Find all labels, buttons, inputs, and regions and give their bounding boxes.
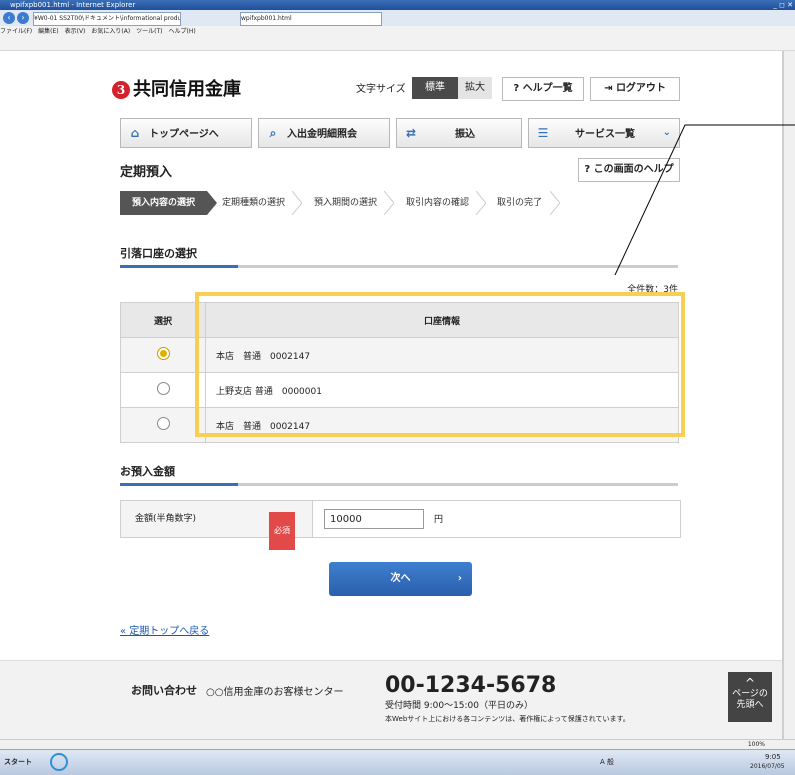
- nav-statement-label: 入出金明細照会: [287, 129, 357, 140]
- list-icon: ☰: [537, 126, 549, 140]
- step-chevron: [207, 191, 217, 215]
- col-select-header: 選択: [120, 302, 206, 338]
- account-radio[interactable]: [156, 347, 170, 360]
- browser-tab[interactable]: wpifxpb001.html: [240, 12, 382, 26]
- account-radio[interactable]: [156, 382, 170, 395]
- back-to-top-link[interactable]: « 定期トップへ戻る: [120, 622, 209, 637]
- page-title: 定期預入: [120, 165, 173, 180]
- logout-button[interactable]: ⇥ ログアウト: [590, 77, 680, 101]
- question-icon: ?: [584, 164, 594, 175]
- transfer-icon: ⇄: [405, 126, 417, 140]
- account-info: 本店 普通 0002147: [205, 337, 679, 373]
- ime-indicator[interactable]: A 般: [600, 757, 614, 767]
- step-chevron: [476, 191, 486, 215]
- taskbar: スタート A 般 9:05 2016/07/05: [0, 749, 795, 775]
- required-badge: 必須: [269, 512, 295, 550]
- bank-logo[interactable]: 3 共同信用金庫: [112, 75, 241, 101]
- nav-statement-button[interactable]: ⌕ 入出金明細照会: [258, 118, 390, 148]
- step-chevron: [292, 191, 302, 215]
- contact-center: ○○信用金庫のお客様センター: [206, 687, 344, 698]
- step-5: 取引の完了: [497, 198, 543, 208]
- nav-top-label: トップページへ: [149, 129, 219, 140]
- window-title: wpifxpb001.html - Internet Explorer: [10, 1, 136, 9]
- menu-bar[interactable]: ファイル(F) 編集(E) 表示(V) お気に入り(A) ツール(T) ヘルプ(…: [0, 26, 795, 38]
- ie-icon[interactable]: [50, 753, 68, 771]
- callout-line: [614, 124, 795, 276]
- step-chevron: [384, 191, 394, 215]
- zoom-level[interactable]: 100%: [748, 741, 765, 748]
- favorites-bar: [0, 38, 795, 51]
- nav-transfer-label: 振込: [455, 129, 475, 140]
- amount-label: 金額(半角数字) 必須: [121, 501, 313, 550]
- business-hours: 受付時間 9:00～15:00（平日のみ）: [385, 701, 534, 711]
- back-icon[interactable]: ‹: [3, 12, 15, 24]
- table-row[interactable]: 本店 普通 0002147: [120, 407, 679, 443]
- amount-section-title: お預入金額: [120, 465, 175, 478]
- double-chevron-left-icon: «: [120, 626, 130, 637]
- chevron-up-icon: ^: [744, 676, 756, 690]
- font-large-button[interactable]: 拡大: [458, 77, 492, 99]
- help-list-label: ヘルプ一覧: [522, 83, 573, 94]
- logout-icon: ⇥: [604, 83, 616, 94]
- amount-row: 金額(半角数字) 必須 10000 円: [120, 500, 681, 550]
- font-size-label: 文字サイズ: [356, 84, 406, 95]
- page-top-button[interactable]: ^ ページの先頭へ: [728, 672, 772, 722]
- address-input[interactable]: ¥W0-01 SS2T00\ドキュメント\informational produ…: [33, 12, 181, 26]
- bank-logo-icon: 3: [112, 81, 130, 99]
- phone-number: 00-1234-5678: [385, 673, 557, 698]
- amount-input[interactable]: 10000: [324, 509, 424, 529]
- forward-icon[interactable]: ›: [17, 12, 29, 24]
- col-info-header: 口座情報: [205, 302, 679, 338]
- section-underline: [120, 483, 678, 486]
- account-section-title: 引落口座の選択: [120, 247, 197, 260]
- yen-unit: 円: [434, 515, 444, 525]
- font-standard-button[interactable]: 標準: [412, 77, 458, 99]
- logout-label: ログアウト: [615, 83, 666, 94]
- start-button[interactable]: スタート: [4, 757, 32, 767]
- next-button[interactable]: 次へ ›: [329, 562, 472, 596]
- step-1: 預入内容の選択: [120, 191, 208, 215]
- search-icon: ⌕: [269, 126, 277, 140]
- window-controls[interactable]: _ ◻ ✕: [773, 0, 793, 10]
- step-4: 取引内容の確認: [406, 198, 470, 208]
- chevron-right-icon: ›: [457, 573, 462, 584]
- copyright-notice: 本Webサイト上における各コンテンツは、著作権によって保護されています。: [385, 715, 630, 723]
- amount-label-text: 金額(半角数字): [135, 514, 197, 524]
- home-icon: ⌂: [130, 126, 140, 140]
- help-list-button[interactable]: ? ヘルプ一覧: [502, 77, 584, 101]
- bank-name: 共同信用金庫: [133, 79, 241, 100]
- account-info: 本店 普通 0002147: [205, 407, 679, 443]
- question-icon: ?: [513, 83, 523, 94]
- nav-transfer-button[interactable]: ⇄ 振込: [396, 118, 522, 148]
- section-underline: [120, 265, 678, 268]
- page-top-label: ページの先頭へ: [732, 689, 768, 710]
- clock-date: 2016/07/05: [750, 763, 785, 770]
- step-2: 定期種類の選択: [222, 198, 286, 208]
- account-info: 上野支店 普通 0000001: [205, 372, 679, 408]
- next-label: 次へ: [390, 573, 411, 584]
- step-chevron: [550, 191, 560, 215]
- result-count: 全件数：3件: [627, 285, 678, 295]
- nav-top-button[interactable]: ⌂ トップページへ: [120, 118, 252, 148]
- clock-time: 9:05: [765, 753, 781, 761]
- step-3: 預入期間の選択: [314, 198, 378, 208]
- account-table: 選択 口座情報 本店 普通 0002147 上野支店 普通 0000001 本店…: [120, 302, 679, 443]
- back-link-label: 定期トップへ戻る: [129, 626, 210, 637]
- table-row[interactable]: 本店 普通 0002147: [120, 337, 679, 373]
- account-radio[interactable]: [156, 417, 170, 430]
- contact-label: お問い合わせ: [131, 684, 197, 697]
- window-titlebar: wpifxpb001.html - Internet Explorer _ ◻ …: [0, 0, 795, 10]
- table-row[interactable]: 上野支店 普通 0000001: [120, 372, 679, 408]
